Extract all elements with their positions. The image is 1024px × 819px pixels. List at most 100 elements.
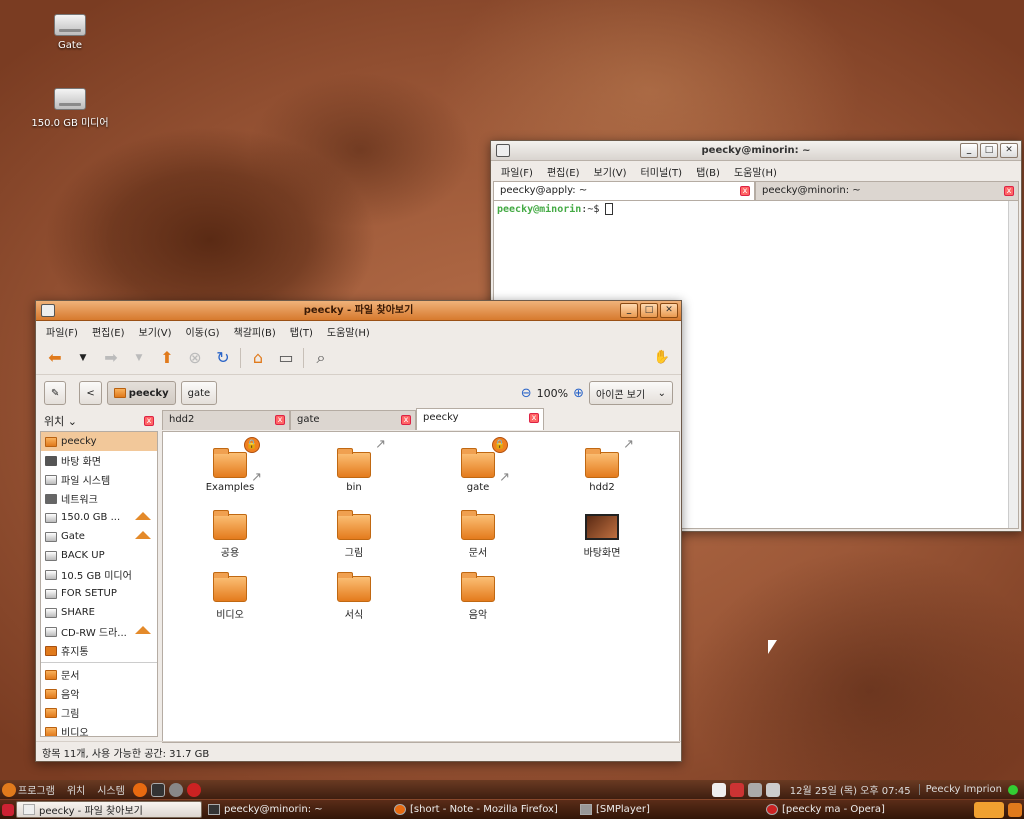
terminal-launcher-icon[interactable]: [150, 782, 165, 797]
desktop-icon-gate[interactable]: Gate: [25, 14, 115, 51]
menu-applications[interactable]: 프로그램: [18, 782, 55, 797]
edit-location-button[interactable]: ✎: [44, 381, 67, 405]
desktop-icon-media[interactable]: 150.0 GB 미디어: [25, 88, 115, 129]
terminal-titlebar[interactable]: peecky@minorin: ~ _ □ ✕: [491, 141, 1021, 161]
file-item[interactable]: 음악: [433, 572, 523, 621]
menu-system[interactable]: 시스템: [97, 782, 125, 797]
sidebar-item-filesystem[interactable]: 파일 시스템: [41, 470, 157, 489]
chevron-down-icon[interactable]: ▼: [128, 347, 150, 369]
volume-icon[interactable]: [765, 782, 780, 797]
update-icon[interactable]: [729, 782, 744, 797]
sidebar-bookmark-pictures[interactable]: 그림: [41, 703, 157, 722]
tab-peecky[interactable]: peecky x: [416, 408, 544, 430]
file-item[interactable]: 🔒 ↗ gate: [433, 437, 523, 493]
eject-icon[interactable]: [135, 531, 151, 539]
close-tab-icon[interactable]: x: [275, 415, 285, 425]
file-item[interactable]: ↗ bin: [309, 437, 399, 493]
sidebar-item-trash[interactable]: 휴지통: [41, 641, 157, 660]
minimize-button[interactable]: _: [960, 143, 978, 158]
file-item[interactable]: 공용: [185, 510, 275, 559]
tab-apply[interactable]: peecky@apply: ~ x: [493, 181, 755, 201]
menu-edit[interactable]: 편집(E): [92, 324, 125, 339]
up-arrow-icon[interactable]: ⬆: [156, 347, 178, 369]
close-tab-icon[interactable]: x: [529, 413, 539, 423]
stop-icon[interactable]: ⊗: [184, 347, 206, 369]
maximize-button[interactable]: □: [640, 303, 658, 318]
reload-icon[interactable]: ↻: [212, 347, 234, 369]
close-tab-icon[interactable]: x: [740, 186, 750, 196]
settings-icon[interactable]: [168, 782, 183, 797]
sidebar-item-peecky[interactable]: peecky: [41, 432, 157, 451]
trash-icon[interactable]: [1008, 802, 1022, 817]
workspace-switcher[interactable]: [974, 801, 1004, 818]
menu-view[interactable]: 보기(V): [139, 324, 172, 339]
menu-places[interactable]: 위치: [67, 782, 85, 797]
network-status-icon[interactable]: [711, 782, 726, 797]
file-item[interactable]: ↗ hdd2: [557, 437, 647, 493]
clock[interactable]: 12월 25일 (목) 오후 07:45: [790, 782, 911, 797]
tab-gate[interactable]: gate x: [290, 410, 416, 430]
task-terminal[interactable]: peecky@minorin: ~: [202, 801, 388, 818]
task-smplayer[interactable]: [SMPlayer]: [574, 801, 760, 818]
file-item[interactable]: 그림: [309, 510, 399, 559]
sidebar-item-150gb[interactable]: 150.0 GB ...: [41, 508, 157, 527]
eject-icon[interactable]: [135, 626, 151, 634]
menu-file[interactable]: 파일(F): [46, 324, 78, 339]
view-mode-select[interactable]: 아이콘 보기 ⌄: [589, 381, 673, 405]
close-tab-icon[interactable]: x: [1004, 186, 1014, 196]
path-crumb-peecky[interactable]: peecky: [106, 381, 176, 405]
sidebar-bookmark-music[interactable]: 음악: [41, 684, 157, 703]
tab-minorin[interactable]: peecky@minorin: ~ x: [755, 181, 1019, 201]
file-item[interactable]: 🔒 ↗ Examples: [185, 437, 275, 493]
menu-tabs[interactable]: 탭(T): [290, 324, 313, 339]
file-item[interactable]: 바탕화면: [557, 514, 647, 559]
search-icon[interactable]: ⌕: [310, 347, 332, 369]
task-file-manager[interactable]: peecky - 파일 찾아보기: [16, 801, 202, 818]
firefox-icon[interactable]: [132, 782, 147, 797]
opera-icon[interactable]: [186, 782, 201, 797]
sidebar-item-10gb[interactable]: 10.5 GB 미디어: [41, 565, 157, 584]
chevron-down-icon[interactable]: ▼: [72, 347, 94, 369]
menu-file[interactable]: 파일(F): [501, 164, 533, 179]
file-item[interactable]: 비디오: [185, 572, 275, 621]
battery-icon[interactable]: [747, 782, 762, 797]
maximize-button[interactable]: □: [980, 143, 998, 158]
minimize-button[interactable]: _: [620, 303, 638, 318]
tab-hdd2[interactable]: hdd2 x: [162, 410, 290, 430]
scrollbar[interactable]: [1008, 201, 1018, 528]
menu-bookmarks[interactable]: 책갈피(B): [234, 324, 276, 339]
sidebar-item-gate[interactable]: Gate: [41, 527, 157, 546]
zoom-in-icon[interactable]: ⊕: [573, 386, 584, 401]
menu-help[interactable]: 도움말(H): [734, 164, 777, 179]
fm-titlebar[interactable]: peecky - 파일 찾아보기 _ □ ✕: [36, 301, 681, 321]
show-desktop-icon[interactable]: [2, 803, 14, 816]
home-icon[interactable]: ⌂: [247, 347, 269, 369]
file-item[interactable]: 서식: [309, 572, 399, 621]
sidebar-item-backup[interactable]: BACK UP: [41, 546, 157, 565]
close-button[interactable]: ✕: [660, 303, 678, 318]
sidebar-bookmark-videos[interactable]: 비디오: [41, 722, 157, 736]
close-sidebar-icon[interactable]: x: [144, 416, 154, 426]
menu-terminal[interactable]: 터미널(T): [641, 164, 683, 179]
sidebar-bookmark-documents[interactable]: 문서: [41, 665, 157, 684]
path-back-button[interactable]: <: [79, 381, 102, 405]
back-arrow-icon[interactable]: ⬅: [44, 347, 66, 369]
close-button[interactable]: ✕: [1000, 143, 1018, 158]
file-icon-view[interactable]: 🔒 ↗ Examples ↗ bin 🔒 ↗ gate ↗ hdd2 공용 그림 문서 바탕…: [162, 431, 680, 743]
sidebar-item-desktop[interactable]: 바탕 화면: [41, 451, 157, 470]
sidebar-item-forsetup[interactable]: FOR SETUP: [41, 584, 157, 603]
menu-tabs[interactable]: 탭(B): [696, 164, 720, 179]
close-tab-icon[interactable]: x: [401, 415, 411, 425]
path-crumb-gate[interactable]: gate: [180, 381, 218, 405]
zoom-out-icon[interactable]: ⊖: [521, 386, 532, 401]
computer-icon[interactable]: ▭: [275, 347, 297, 369]
menu-go[interactable]: 이동(G): [186, 324, 220, 339]
task-opera[interactable]: [peecky ma - Opera]: [760, 801, 946, 818]
task-firefox[interactable]: [short - Note - Mozilla Firefox]: [388, 801, 574, 818]
user-name[interactable]: Peecky Imprion: [918, 784, 1002, 795]
sidebar-item-network[interactable]: 네트워크: [41, 489, 157, 508]
menu-help[interactable]: 도움말(H): [327, 324, 370, 339]
menu-view[interactable]: 보기(V): [594, 164, 627, 179]
menu-edit[interactable]: 편집(E): [547, 164, 580, 179]
sidebar-item-share[interactable]: SHARE: [41, 603, 157, 622]
